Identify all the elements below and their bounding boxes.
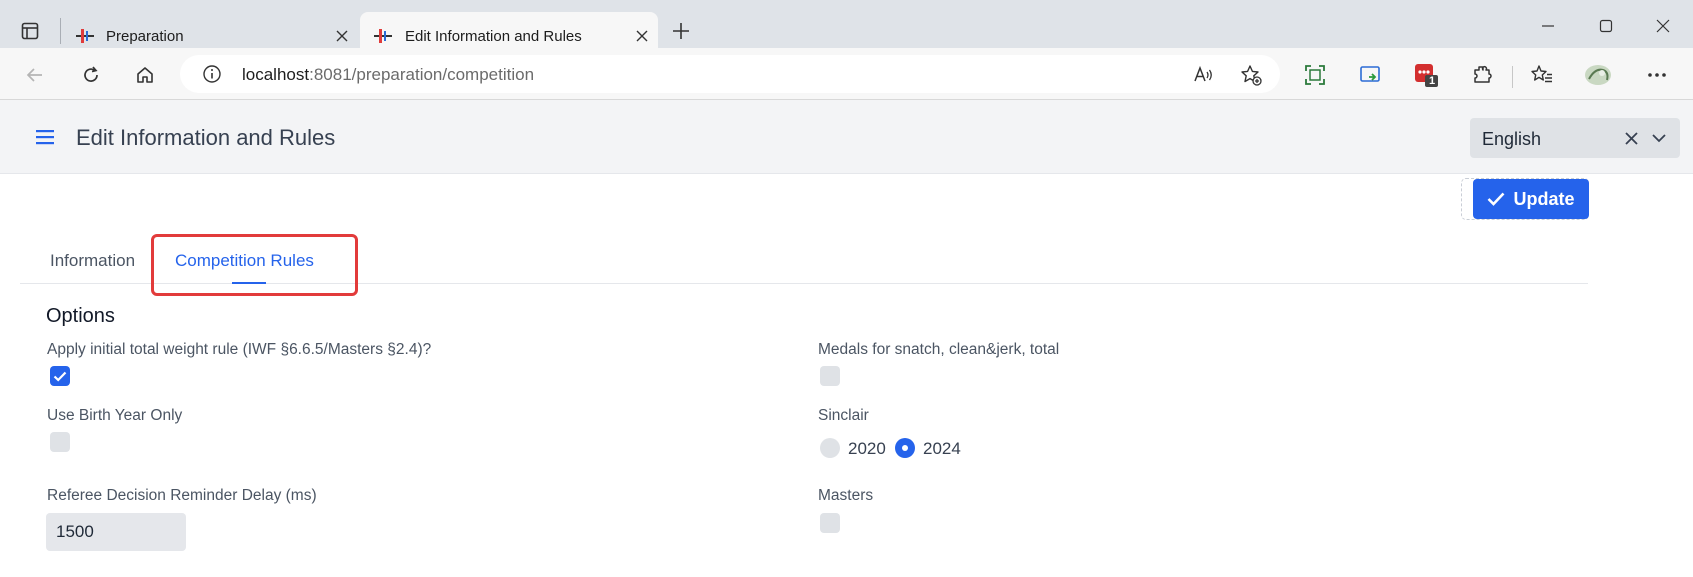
browser-tab-title: Preparation [106, 28, 184, 45]
page-title: Edit Information and Rules [76, 125, 336, 150]
tab-separator [60, 18, 61, 44]
medals-checkbox[interactable] [820, 366, 840, 386]
annotation-highlight-box [151, 234, 358, 296]
update-button[interactable]: Update [1473, 179, 1589, 219]
initial-total-rule-checkbox[interactable] [50, 366, 70, 386]
extension-badge-icon[interactable]: 1 [1411, 60, 1441, 90]
checkmark-icon [1488, 192, 1505, 206]
initial-total-rule-label: Apply initial total weight rule (IWF §6.… [47, 341, 432, 358]
app-header: Edit Information and Rules English [0, 100, 1693, 174]
cast-icon[interactable] [1355, 60, 1385, 90]
new-tab-icon[interactable] [668, 18, 694, 44]
birth-year-only-checkbox[interactable] [50, 432, 70, 452]
sinclair-label: Sinclair [818, 407, 869, 424]
profile-avatar-icon[interactable] [1583, 60, 1613, 90]
favorites-icon[interactable] [1527, 60, 1557, 90]
sinclair-2024-label[interactable]: 2024 [923, 439, 961, 459]
close-tab-icon[interactable] [632, 26, 652, 46]
more-options-icon[interactable] [1642, 60, 1672, 90]
clear-icon[interactable] [1620, 127, 1642, 149]
site-info-icon[interactable] [202, 64, 222, 89]
sinclair-2020-label[interactable]: 2020 [848, 439, 886, 459]
tab-actions-icon[interactable] [16, 17, 44, 45]
medals-label: Medals for snatch, clean&jerk, total [818, 341, 1060, 358]
url-text: localhost:8081/preparation/competition [242, 65, 534, 85]
menu-icon[interactable] [32, 124, 58, 150]
sinclair-2020-radio[interactable] [820, 438, 840, 458]
app-favicon-icon [372, 25, 394, 47]
window-close-icon[interactable] [1648, 14, 1678, 38]
section-title-options: Options [46, 305, 115, 327]
birth-year-only-label: Use Birth Year Only [47, 407, 183, 424]
maximize-icon[interactable] [1591, 14, 1621, 38]
extension-badge-count: 1 [1429, 75, 1436, 87]
url-host: localhost [242, 65, 310, 84]
back-icon[interactable] [20, 60, 50, 90]
masters-label: Masters [818, 487, 874, 504]
tab-information[interactable]: Information [50, 251, 135, 271]
referee-delay-input[interactable] [46, 513, 186, 551]
url-path: :8081/preparation/competition [309, 65, 535, 84]
add-favorite-icon[interactable] [1238, 62, 1264, 88]
read-aloud-icon[interactable] [1190, 62, 1216, 88]
close-tab-icon[interactable] [332, 26, 352, 46]
screenshot-icon[interactable] [1300, 60, 1330, 90]
toolbar-divider [1512, 66, 1513, 88]
update-button-label: Update [1513, 188, 1575, 209]
masters-checkbox[interactable] [820, 513, 840, 533]
home-icon[interactable] [130, 60, 160, 90]
language-value: English [1482, 129, 1542, 149]
browser-tab-title: Edit Information and Rules [405, 28, 582, 45]
refresh-icon[interactable] [76, 60, 106, 90]
app-favicon-icon [74, 25, 96, 47]
checkmark-icon [53, 371, 67, 382]
browser-toolbar: localhost:8081/preparation/competition 1 [0, 48, 1693, 100]
sinclair-2024-radio[interactable] [895, 438, 915, 458]
address-bar[interactable]: localhost:8081/preparation/competition [180, 55, 1280, 93]
language-select[interactable]: English [1470, 118, 1680, 158]
referee-delay-label: Referee Decision Reminder Delay (ms) [47, 487, 317, 504]
minimize-icon[interactable] [1533, 14, 1563, 38]
chevron-down-icon[interactable] [1648, 127, 1670, 149]
extensions-icon[interactable] [1467, 60, 1497, 90]
